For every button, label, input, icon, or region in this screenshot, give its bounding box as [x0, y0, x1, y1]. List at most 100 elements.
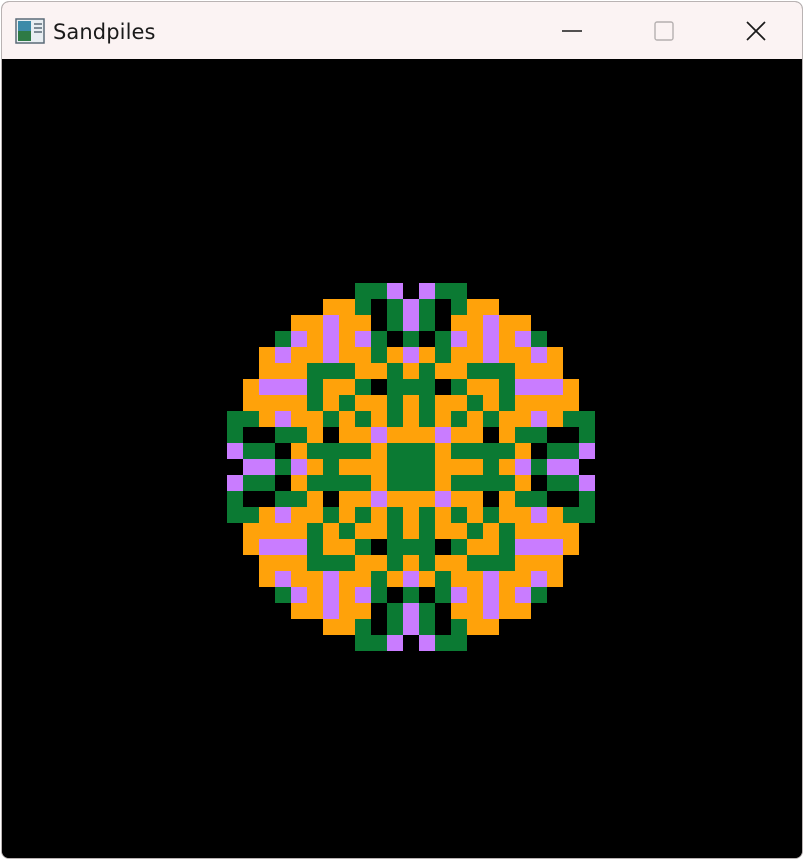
- sandpile-cell: [355, 475, 371, 491]
- sandpile-cell: [387, 491, 403, 507]
- sandpile-cell: [403, 507, 419, 523]
- sandpile-cell: [387, 507, 403, 523]
- sandpile-cell: [243, 491, 259, 507]
- sandpile-cell: [371, 571, 387, 587]
- sandpile-cell: [275, 331, 291, 347]
- sandpile-cell: [355, 555, 371, 571]
- sandpile-cell: [515, 475, 531, 491]
- sandpile-cell: [291, 523, 307, 539]
- sandpile-cell: [515, 539, 531, 555]
- sandpile-grid: [227, 283, 595, 651]
- sandpile-cell: [259, 347, 275, 363]
- sandpile-cell: [275, 555, 291, 571]
- sandpile-cell: [547, 571, 563, 587]
- sandpile-cell: [547, 427, 563, 443]
- sandpile-cell: [515, 507, 531, 523]
- sandpile-cell: [467, 427, 483, 443]
- sandpile-cell: [355, 539, 371, 555]
- sandpile-cell: [387, 603, 403, 619]
- sandpile-cell: [403, 523, 419, 539]
- sandpile-cell: [403, 395, 419, 411]
- sandpile-cell: [387, 539, 403, 555]
- sandpile-cell: [483, 571, 499, 587]
- sandpile-cell: [355, 603, 371, 619]
- sandpile-cell: [259, 571, 275, 587]
- sandpile-cell: [467, 315, 483, 331]
- sandpile-cell: [467, 299, 483, 315]
- sandpile-cell: [467, 395, 483, 411]
- sandpile-cell: [435, 331, 451, 347]
- sandpile-cell: [467, 379, 483, 395]
- sandpile-cell: [515, 443, 531, 459]
- sandpile-cell: [403, 619, 419, 635]
- title-bar[interactable]: Sandpiles: [2, 2, 802, 59]
- sandpile-cell: [259, 459, 275, 475]
- sandpile-cell: [451, 315, 467, 331]
- sandpile-cell: [307, 603, 323, 619]
- maximize-icon: [654, 20, 674, 41]
- sandpile-cell: [419, 283, 435, 299]
- sandpile-cell: [451, 395, 467, 411]
- sandpile-cell: [515, 459, 531, 475]
- sandpile-cell: [323, 587, 339, 603]
- sandpile-cell: [323, 571, 339, 587]
- sandpile-cell: [339, 331, 355, 347]
- sandpile-cell: [435, 315, 451, 331]
- sandpile-cell: [291, 539, 307, 555]
- sandpile-cell: [403, 347, 419, 363]
- sandpile-cell: [483, 491, 499, 507]
- sandpile-cell: [355, 395, 371, 411]
- sandpile-cell: [547, 507, 563, 523]
- sandpile-cell: [387, 283, 403, 299]
- sandpile-cell: [467, 443, 483, 459]
- sandpile-cell: [403, 363, 419, 379]
- sandpile-cell: [307, 379, 323, 395]
- sandpile-canvas[interactable]: [2, 59, 802, 858]
- sandpile-cell: [355, 507, 371, 523]
- sandpile-cell: [307, 443, 323, 459]
- sandpile-cell: [323, 315, 339, 331]
- sandpile-cell: [483, 363, 499, 379]
- sandpile-cell: [515, 379, 531, 395]
- sandpile-cell: [467, 507, 483, 523]
- sandpile-cell: [307, 571, 323, 587]
- sandpile-cell: [339, 603, 355, 619]
- sandpile-cell: [419, 635, 435, 651]
- sandpile-cell: [515, 603, 531, 619]
- sandpile-cell: [323, 427, 339, 443]
- sandpile-cell: [371, 635, 387, 651]
- sandpile-cell: [387, 299, 403, 315]
- sandpile-cell: [403, 491, 419, 507]
- sandpile-cell: [403, 411, 419, 427]
- sandpile-cell: [419, 523, 435, 539]
- sandpile-cell: [483, 411, 499, 427]
- sandpile-cell: [275, 379, 291, 395]
- maximize-button[interactable]: [618, 2, 710, 59]
- sandpile-cell: [499, 603, 515, 619]
- sandpile-cell: [435, 555, 451, 571]
- sandpile-cell: [291, 555, 307, 571]
- sandpile-cell: [323, 475, 339, 491]
- sandpile-cell: [515, 427, 531, 443]
- sandpile-cell: [307, 475, 323, 491]
- sandpile-cell: [403, 427, 419, 443]
- sandpile-cell: [499, 587, 515, 603]
- sandpile-cell: [419, 299, 435, 315]
- sandpile-cell: [291, 571, 307, 587]
- sandpile-cell: [323, 443, 339, 459]
- sandpile-cell: [323, 411, 339, 427]
- sandpile-cell: [499, 427, 515, 443]
- sandpile-cell: [371, 523, 387, 539]
- sandpile-cell: [579, 459, 595, 475]
- sandpile-cell: [531, 459, 547, 475]
- close-button[interactable]: [710, 2, 802, 59]
- sandpile-cell: [435, 395, 451, 411]
- sandpile-cell: [227, 459, 243, 475]
- sandpile-cell: [243, 523, 259, 539]
- sandpile-cell: [259, 523, 275, 539]
- minimize-button[interactable]: [526, 2, 618, 59]
- sandpile-cell: [275, 587, 291, 603]
- sandpile-cell: [467, 571, 483, 587]
- sandpile-cell: [355, 459, 371, 475]
- sandpile-cell: [307, 363, 323, 379]
